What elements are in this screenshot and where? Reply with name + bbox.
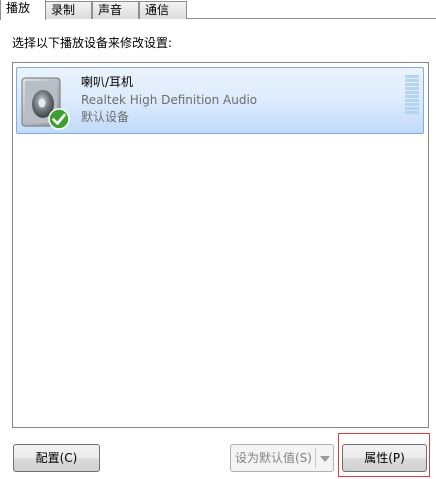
- set-default-button: 设为默认值(S): [230, 444, 334, 472]
- check-badge-icon: [48, 108, 70, 130]
- device-driver: Realtek High Definition Audio: [81, 93, 258, 107]
- device-status: 默认设备: [81, 110, 130, 124]
- tab-communications[interactable]: 通信: [139, 1, 187, 19]
- tab-bar: 播放 录制 声音 通信: [0, 0, 436, 20]
- volume-level-meter: [405, 75, 419, 119]
- tab-recording[interactable]: 录制: [45, 1, 92, 19]
- device-list[interactable]: 喇叭/耳机 Realtek High Definition Audio 默认设备: [12, 62, 429, 428]
- tab-sounds[interactable]: 声音: [92, 1, 139, 19]
- properties-button[interactable]: 属性(P): [342, 444, 427, 472]
- device-name: 喇叭/耳机: [81, 75, 134, 89]
- split-divider: [315, 448, 316, 468]
- tab-playback[interactable]: 播放: [0, 0, 46, 20]
- dropdown-arrow-icon: [320, 456, 330, 462]
- tab-recording-label: 录制: [51, 3, 76, 17]
- tab-playback-label: 播放: [6, 1, 31, 15]
- instruction-text: 选择以下播放设备来修改设置:: [12, 36, 173, 50]
- tab-communications-label: 通信: [145, 3, 170, 17]
- configure-button[interactable]: 配置(C): [13, 444, 100, 472]
- set-default-label: 设为默认值(S): [235, 451, 312, 465]
- device-item-speakers[interactable]: 喇叭/耳机 Realtek High Definition Audio 默认设备: [16, 67, 424, 134]
- tab-sounds-label: 声音: [98, 3, 123, 17]
